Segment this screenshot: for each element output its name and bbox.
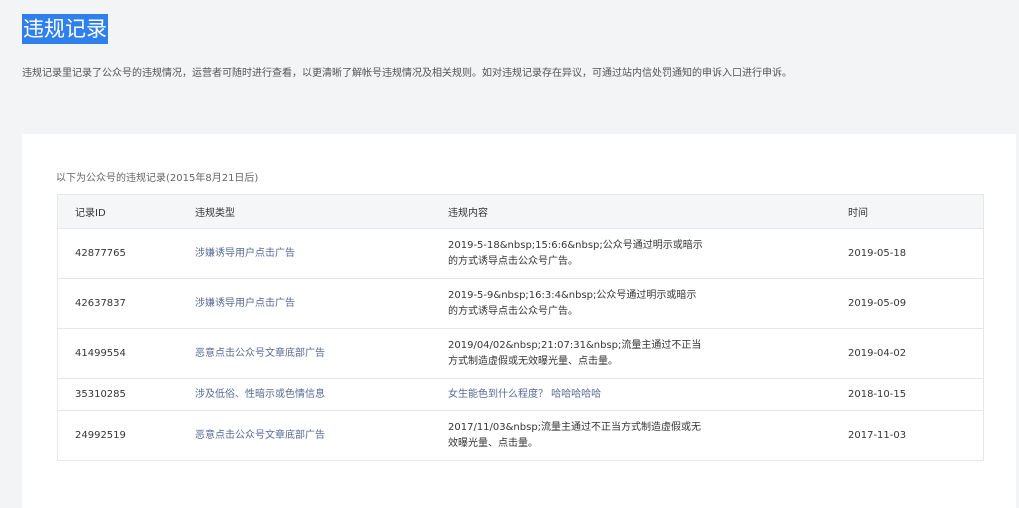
record-time: 2019-05-09 [848,278,984,329]
record-id: 24992519 [57,410,195,461]
page-description: 违规记录里记录了公众号的违规情况，运营者可随时进行查看，以更清晰了解帐号违规情况… [22,68,792,79]
records-card: 以下为公众号的违规记录(2015年8月21日后) 记录ID 违规类型 违规内容 … [22,134,1016,508]
violation-type-link[interactable]: 涉嫌诱导用户点击广告 [195,298,295,309]
table-row: 42637837 涉嫌诱导用户点击广告 2019-5-9&nbsp;16:3:4… [57,278,984,329]
record-id: 42637837 [57,278,195,329]
violation-content: 2019-5-9&nbsp;16:3:4&nbsp;公众号通过明示或暗示的方式诱… [448,289,697,317]
record-time: 2019-05-18 [848,228,984,279]
violation-type-link[interactable]: 恶意点击公众号文章底部广告 [195,348,325,359]
title-wrap: 违规记录 [22,14,108,44]
column-header-time: 时间 [848,194,984,229]
record-time: 2018-10-15 [848,378,984,411]
records-table: 记录ID 违规类型 违规内容 时间 42877765 涉嫌诱导用户点击广告 20… [57,194,984,461]
column-header-id: 记录ID [57,194,195,229]
table-header-row: 记录ID 违规类型 违规内容 时间 [57,194,984,229]
table-row: 35310285 涉及低俗、性暗示或色情信息 女生能色到什么程度？ 哈哈哈哈哈 … [57,378,984,411]
violation-type-link[interactable]: 涉嫌诱导用户点击广告 [195,248,295,259]
record-id: 41499554 [57,328,195,379]
table-row: 42877765 涉嫌诱导用户点击广告 2019-5-18&nbsp;15:6:… [57,228,984,279]
page-title: 违规记录 [22,14,108,44]
violation-type-link[interactable]: 恶意点击公众号文章底部广告 [195,430,325,441]
table-row: 41499554 恶意点击公众号文章底部广告 2019/04/02&nbsp;2… [57,328,984,379]
record-id: 35310285 [57,378,195,411]
violation-type-link[interactable]: 涉及低俗、性暗示或色情信息 [195,389,325,400]
table-row: 24992519 恶意点击公众号文章底部广告 2017/11/03&nbsp;流… [57,410,984,461]
page: 违规记录 违规记录里记录了公众号的违规情况，运营者可随时进行查看，以更清晰了解帐… [0,0,1019,508]
violation-content: 2019/04/02&nbsp;21:07:31&nbsp;流量主通过不正当方式… [448,339,702,367]
column-header-type: 违规类型 [195,194,448,229]
violation-content: 2019-5-18&nbsp;15:6:6&nbsp;公众号通过明示或暗示的方式… [448,239,703,267]
record-id: 42877765 [57,228,195,279]
records-caption: 以下为公众号的违规记录(2015年8月21日后) [56,173,259,184]
record-time: 2019-04-02 [848,328,984,379]
record-time: 2017-11-03 [848,410,984,461]
violation-content-link[interactable]: 女生能色到什么程度？ 哈哈哈哈哈 [448,387,703,403]
column-header-content: 违规内容 [448,194,848,229]
violation-content: 2017/11/03&nbsp;流量主通过不正当方式制造虚假或无效曝光量、点击量… [448,421,702,449]
